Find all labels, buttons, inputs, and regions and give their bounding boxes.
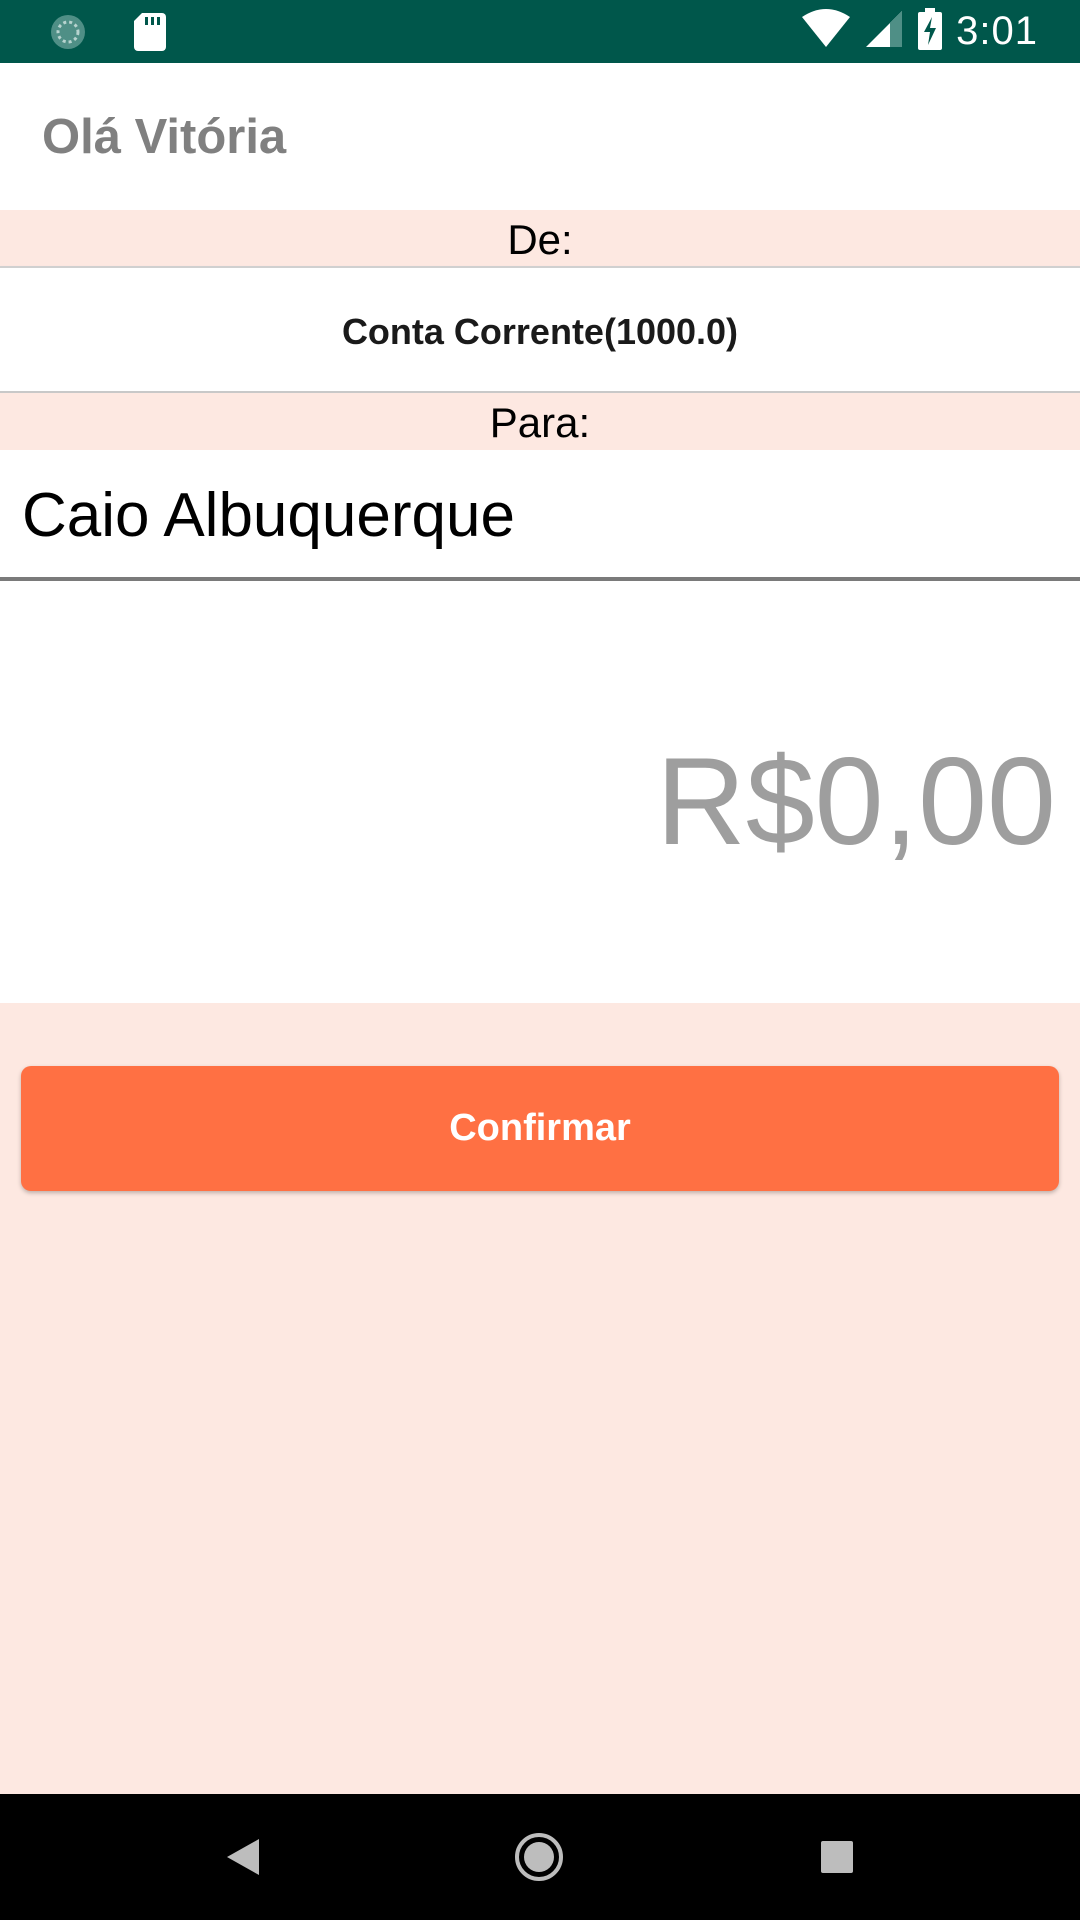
home-icon[interactable] <box>506 1824 572 1890</box>
sd-card-icon <box>134 13 166 56</box>
battery-charging-icon <box>918 8 943 55</box>
wifi-icon <box>802 9 851 54</box>
status-bar: 3:01 <box>0 0 1080 63</box>
app-header: Olá Vitória <box>0 63 1080 210</box>
recents-icon[interactable] <box>804 1824 870 1890</box>
sync-icon <box>48 12 88 57</box>
signal-icon <box>864 9 904 54</box>
amount-value: R$0,00 <box>656 733 1056 871</box>
greeting-title: Olá Vitória <box>42 110 287 164</box>
amount-field[interactable]: R$0,00 <box>0 581 1080 1003</box>
from-label: De: <box>0 210 1080 266</box>
back-icon[interactable] <box>210 1824 276 1890</box>
confirm-button[interactable]: Confirmar <box>21 1066 1059 1191</box>
from-account-spinner[interactable]: Conta Corrente(1000.0) <box>0 266 1080 393</box>
to-label: Para: <box>0 393 1080 450</box>
recipient-field[interactable]: Caio Albuquerque <box>0 450 1080 581</box>
recipient-value: Caio Albuquerque <box>22 481 515 550</box>
clock: 3:01 <box>956 9 1038 53</box>
navigation-bar <box>0 1794 1080 1920</box>
